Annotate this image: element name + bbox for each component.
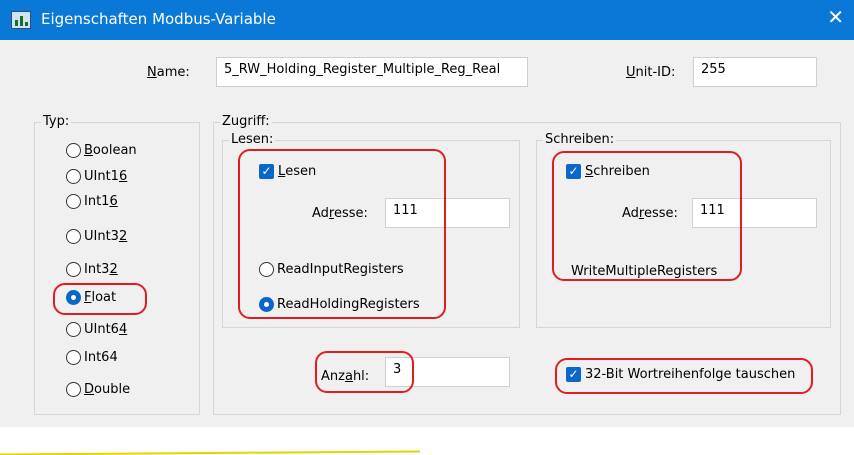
radio-icon	[66, 194, 81, 209]
typ-option-int16[interactable]: Int1 6	[66, 194, 118, 209]
read-holding-registers-radio[interactable]: ReadHoldingRegisters	[259, 297, 420, 312]
typ-option-int64[interactable]: Int64	[66, 350, 118, 365]
write-function-label: WriteMultipleRegisters	[571, 264, 718, 279]
lesen-checkbox[interactable]: ✓ Lesen	[259, 164, 316, 179]
name-input[interactable]: 5_RW_Holding_Register_Multiple_Reg_Real	[216, 57, 528, 87]
radio-icon	[66, 382, 81, 397]
typ-option-uint16[interactable]: UInt1 6	[66, 169, 127, 184]
typ-option-int32[interactable]: Int3 2	[66, 262, 118, 277]
check-icon: ✓	[566, 164, 581, 179]
dialog-body: Name: 5_RW_Holding_Register_Multiple_Reg…	[0, 40, 854, 455]
radio-icon	[66, 322, 81, 337]
radio-selected-icon	[66, 290, 81, 305]
modbus-app-icon[interactable]	[11, 11, 31, 29]
anzahl-label: Anzahl:	[321, 369, 370, 384]
schreiben-adresse-input[interactable]: 111	[692, 198, 817, 228]
typ-option-uint32[interactable]: UInt3 2	[66, 229, 127, 244]
typ-option-double[interactable]: Double	[66, 382, 130, 397]
title-bar: Eigenschaften Modbus-Variable ✕	[0, 0, 854, 40]
swap-32bit-checkbox[interactable]: ✓ 32-Bit Wortreihenfolge tauschen	[566, 367, 795, 382]
close-icon[interactable]: ✕	[827, 7, 844, 27]
radio-icon	[259, 262, 274, 277]
read-input-registers-radio[interactable]: ReadInputRegisters	[259, 262, 404, 277]
window-title: Eigenschaften Modbus-Variable	[41, 10, 276, 28]
check-icon: ✓	[259, 164, 274, 179]
unit-id-label: Unit-ID:	[626, 65, 676, 80]
radio-icon	[66, 229, 81, 244]
typ-option-uint64[interactable]: UInt6 4	[66, 322, 127, 337]
unit-id-input[interactable]: 255	[693, 57, 817, 87]
anzahl-input[interactable]: 3	[385, 357, 510, 387]
lesen-title: Lesen:	[229, 132, 276, 147]
radio-selected-icon	[259, 297, 274, 312]
radio-icon	[66, 262, 81, 277]
check-icon: ✓	[566, 367, 581, 382]
schreiben-adresse-label: Adresse:	[622, 206, 678, 221]
radio-icon	[66, 143, 81, 158]
schreiben-checkbox[interactable]: ✓ Schreiben	[566, 164, 650, 179]
name-label: Name:	[147, 65, 190, 80]
zugriff-title: Zugriff:	[220, 114, 272, 129]
typ-option-float[interactable]: Float	[66, 290, 116, 305]
yellow-underline	[0, 450, 421, 455]
radio-icon	[66, 169, 81, 184]
lesen-adresse-input[interactable]: 111	[385, 198, 510, 228]
radio-icon	[66, 350, 81, 365]
lesen-adresse-label: Adresse:	[312, 206, 368, 221]
typ-title: Typ:	[41, 114, 72, 129]
typ-option-boolean[interactable]: Boolean	[66, 143, 137, 158]
schreiben-title: Schreiben:	[543, 132, 617, 147]
